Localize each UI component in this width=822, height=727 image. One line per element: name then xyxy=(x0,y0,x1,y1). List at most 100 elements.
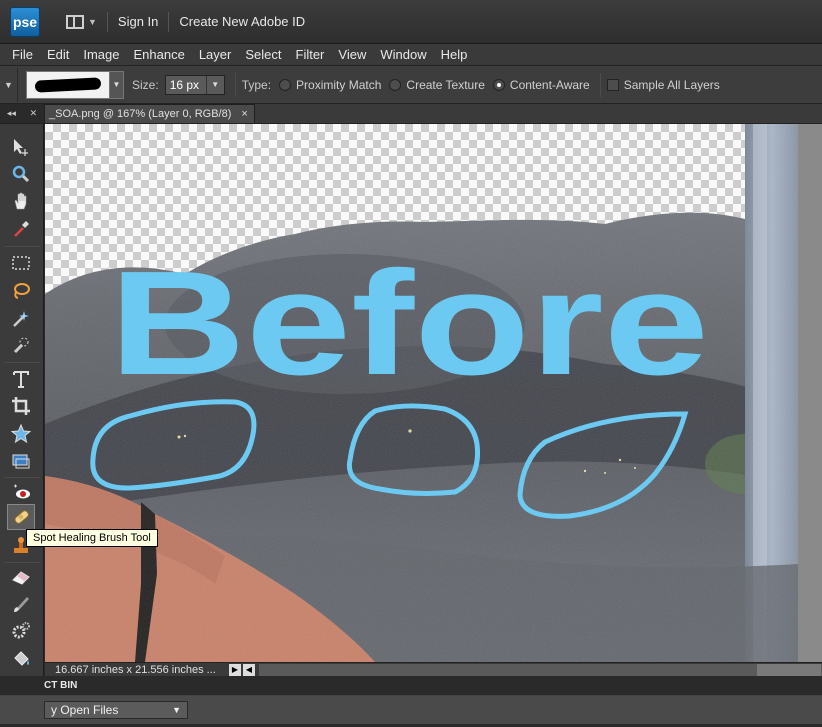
separator xyxy=(234,72,236,97)
close-icon[interactable]: × xyxy=(241,108,247,120)
gears-icon xyxy=(12,622,30,639)
tool-options-bar: ▼ ▼ Size: 16 px ▼ Type: Proximity Match … xyxy=(0,66,822,104)
scroll-left-button[interactable]: ◀ xyxy=(243,663,255,676)
type-icon xyxy=(13,371,29,388)
sample-all-layers-checkbox[interactable]: Sample All Layers xyxy=(606,77,720,92)
hand-tool[interactable] xyxy=(7,188,35,214)
lasso-tool[interactable] xyxy=(7,278,35,304)
toolbox-divider xyxy=(4,246,40,247)
brush-picker-dropdown[interactable]: ▼ xyxy=(110,70,124,99)
document-tab-row: ◂◂ ✕ _SOA.png @ 167% (Layer 0, RGB/8) × xyxy=(0,104,822,124)
collapse-icon[interactable]: ◂◂ xyxy=(7,108,16,119)
brush-stroke-icon xyxy=(34,76,102,93)
size-field[interactable]: 16 px ▼ xyxy=(164,74,225,95)
eyedropper-tool[interactable] xyxy=(7,216,35,242)
project-bin-header: CT BIN xyxy=(0,676,822,696)
radio-button[interactable] xyxy=(389,78,402,91)
red-eye-icon xyxy=(14,484,30,499)
menu-view[interactable]: View xyxy=(332,47,372,62)
menu-layer[interactable]: Layer xyxy=(193,47,238,62)
scrollbar-thumb[interactable] xyxy=(757,663,821,676)
radio-create-texture[interactable]: Create Texture xyxy=(389,78,485,92)
tool-preset-picker[interactable]: ▼ xyxy=(0,67,18,102)
brush-preview[interactable] xyxy=(26,70,110,99)
sign-in-link[interactable]: Sign In xyxy=(118,14,158,29)
app-logo: pse xyxy=(10,6,40,37)
radio-label: Content-Aware xyxy=(509,77,590,92)
menu-window[interactable]: Window xyxy=(374,47,432,62)
smart-brush-tool[interactable] xyxy=(7,618,35,644)
chevron-down-icon: ▼ xyxy=(4,79,13,90)
crop-tool[interactable] xyxy=(7,393,35,419)
quick-selection-tool[interactable] xyxy=(7,332,35,358)
document-tab-title: _SOA.png @ 167% (Layer 0, RGB/8) xyxy=(49,108,232,120)
tool-tooltip: Spot Healing Brush Tool xyxy=(26,529,158,547)
crop-icon xyxy=(12,397,30,415)
eraser-tool[interactable] xyxy=(7,564,35,590)
straighten-tool[interactable] xyxy=(7,448,35,474)
document-tab[interactable]: _SOA.png @ 167% (Layer 0, RGB/8) × xyxy=(44,104,255,123)
menu-select[interactable]: Select xyxy=(239,47,287,62)
paint-bucket-tool[interactable] xyxy=(7,646,35,672)
marquee-tool[interactable] xyxy=(7,250,35,276)
paint-bucket-icon xyxy=(14,651,29,666)
layout-icon xyxy=(66,14,84,29)
magic-wand-tool[interactable] xyxy=(7,305,35,331)
separator xyxy=(168,11,170,32)
checkbox[interactable] xyxy=(606,78,619,91)
red-eye-tool[interactable] xyxy=(7,479,35,505)
create-adobe-id-link[interactable]: Create New Adobe ID xyxy=(179,14,305,29)
menu-enhance[interactable]: Enhance xyxy=(128,47,191,62)
separator xyxy=(106,11,108,32)
toolbox-divider xyxy=(4,562,40,563)
cookie-cutter-tool[interactable] xyxy=(7,421,35,447)
magic-wand-icon xyxy=(13,311,29,327)
bandage-icon xyxy=(14,510,29,524)
radio-content-aware[interactable]: Content-Aware xyxy=(492,77,590,92)
layout-menu-button[interactable]: ▼ xyxy=(66,14,97,29)
close-icon[interactable]: ✕ xyxy=(30,108,38,119)
brush-icon xyxy=(14,597,29,612)
separator xyxy=(599,72,601,97)
project-bin-toolbar: y Open Files ▼ xyxy=(0,696,822,724)
chevron-down-icon: ▼ xyxy=(112,80,121,89)
rectangular-marquee-icon xyxy=(12,256,30,270)
image-canvas[interactable]: Before xyxy=(45,124,798,662)
move-icon xyxy=(14,139,28,156)
document-dimensions: 16.667 inches x 21.556 inches ... xyxy=(55,663,216,676)
checkbox-label: Sample All Layers xyxy=(623,77,720,92)
radio-button[interactable] xyxy=(279,78,292,91)
project-bin-title: CT BIN xyxy=(44,680,78,691)
spot-healing-brush-tool[interactable] xyxy=(7,504,35,530)
chevron-down-icon: ▼ xyxy=(172,705,181,715)
size-dropdown-button[interactable]: ▼ xyxy=(205,75,224,94)
menu-help[interactable]: Help xyxy=(435,47,474,62)
status-bar: 16.667 inches x 21.556 inches ... ▶ ◀ xyxy=(45,662,822,676)
size-value[interactable]: 16 px xyxy=(166,78,206,92)
type-tool[interactable] xyxy=(7,366,35,392)
before-overlay-text: Before xyxy=(109,241,709,406)
menu-image[interactable]: Image xyxy=(77,47,125,62)
move-tool[interactable] xyxy=(7,134,35,160)
radio-proximity-match[interactable]: Proximity Match xyxy=(279,78,381,92)
menu-filter[interactable]: Filter xyxy=(290,47,331,62)
eraser-icon xyxy=(12,571,30,585)
eyedropper-icon xyxy=(14,221,29,237)
status-menu-button[interactable]: ▶ xyxy=(229,663,241,676)
menu-edit[interactable]: Edit xyxy=(41,47,75,62)
brush-tool[interactable] xyxy=(7,591,35,617)
zoom-icon xyxy=(12,165,30,183)
lasso-icon xyxy=(14,283,30,299)
toolbox-divider xyxy=(4,477,40,478)
bin-show-dropdown[interactable]: y Open Files ▼ xyxy=(44,701,188,719)
canvas-gutter xyxy=(798,124,822,662)
straighten-icon xyxy=(12,454,30,469)
horizontal-scrollbar[interactable] xyxy=(259,663,822,676)
type-label: Type: xyxy=(241,77,272,92)
zoom-tool[interactable] xyxy=(7,161,35,187)
toolbox-divider xyxy=(4,362,40,363)
menu-file[interactable]: File xyxy=(6,47,39,62)
radio-button-selected[interactable] xyxy=(492,78,505,91)
bin-select-value: y Open Files xyxy=(51,703,119,717)
photo-layer: Before xyxy=(45,124,798,662)
